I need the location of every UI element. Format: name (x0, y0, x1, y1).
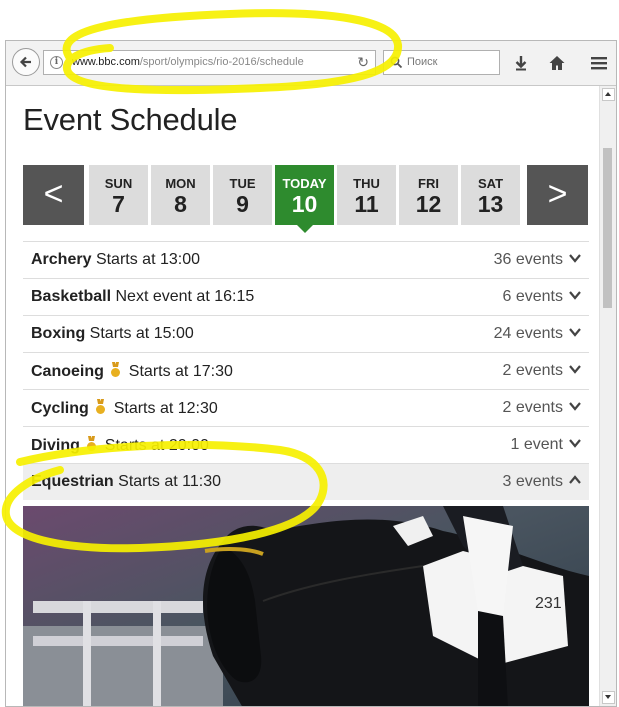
day-number: 13 (477, 191, 504, 217)
vertical-scrollbar[interactable] (599, 86, 616, 706)
svg-text:231: 231 (535, 595, 562, 612)
day-number: 11 (354, 191, 379, 217)
event-row-basketball[interactable]: Basketball Next event at 16:15 6 events (23, 279, 589, 316)
previous-day-button[interactable]: < (23, 165, 84, 225)
chevron-down-icon[interactable] (569, 288, 581, 302)
event-row-equestrian[interactable]: Equestrian Starts at 11:30 3 events (23, 464, 589, 500)
event-time: Starts at 13:00 (95, 251, 200, 268)
dressage-horse-image: 231 (23, 506, 589, 706)
search-icon (390, 56, 403, 69)
day-number: 10 (291, 191, 318, 217)
event-time: Starts at 17:30 (128, 363, 233, 380)
day-name: MON (165, 176, 196, 191)
next-day-button[interactable]: > (527, 165, 588, 225)
event-time: Starts at 20:00 (104, 437, 209, 454)
day-number: 8 (174, 191, 187, 217)
url-bar[interactable]: i www.bbc.com/sport/olympics/rio-2016/sc… (43, 50, 376, 75)
day-selector: < SUN 7 MON 8 TUE 9 TODAY 10 THU 11 FRI … (23, 165, 589, 233)
scroll-up-button[interactable] (602, 88, 615, 101)
event-time: Starts at 15:00 (89, 325, 194, 342)
medal-icon (87, 436, 97, 451)
event-count: 36 events (493, 251, 563, 268)
info-icon[interactable]: i (50, 56, 63, 69)
day-name: TUE (229, 176, 256, 191)
medal-icon (96, 399, 106, 414)
day-tue[interactable]: TUE 9 (213, 165, 272, 225)
back-button[interactable] (12, 48, 40, 76)
event-row-boxing[interactable]: Boxing Starts at 15:00 24 events (23, 316, 589, 353)
sport-name: Archery (31, 251, 92, 268)
event-count: 6 events (502, 288, 563, 305)
day-mon[interactable]: MON 8 (151, 165, 210, 225)
search-bar[interactable]: Поиск (383, 50, 500, 75)
event-row-canoeing[interactable]: Canoeing Starts at 17:30 2 events (23, 353, 589, 390)
sport-name: Cycling (31, 400, 89, 417)
day-name: TODAY (282, 176, 327, 191)
home-icon[interactable] (547, 53, 567, 73)
equestrian-photo: 231 (23, 506, 589, 706)
event-row-cycling[interactable]: Cycling Starts at 12:30 2 events (23, 390, 589, 427)
scroll-down-button[interactable] (602, 691, 615, 704)
sport-name: Equestrian (31, 473, 114, 490)
url-host: www.bbc.com (72, 56, 140, 68)
page-title: Event Schedule (23, 102, 238, 137)
day-number: 9 (236, 191, 249, 217)
day-name: SUN (104, 176, 133, 191)
url-path: /sport/olympics/rio-2016/schedule (139, 56, 304, 68)
event-time: Starts at 12:30 (113, 400, 218, 417)
event-count: 2 events (502, 399, 563, 416)
chevron-down-icon[interactable] (569, 399, 581, 413)
day-today[interactable]: TODAY 10 (275, 165, 334, 233)
sport-name: Canoeing (31, 363, 104, 380)
day-fri[interactable]: FRI 12 (399, 165, 458, 225)
browser-toolbar: i www.bbc.com/sport/olympics/rio-2016/sc… (6, 41, 616, 86)
day-thu[interactable]: THU 11 (337, 165, 396, 225)
search-placeholder: Поиск (407, 56, 438, 68)
menu-icon[interactable] (589, 53, 609, 73)
scrollbar-thumb[interactable] (603, 148, 612, 308)
back-arrow-icon (19, 56, 31, 68)
day-sun[interactable]: SUN 7 (89, 165, 148, 225)
sport-name: Basketball (31, 288, 112, 305)
sport-name: Boxing (31, 325, 86, 342)
event-count: 3 events (502, 473, 563, 490)
event-time: Starts at 11:30 (118, 473, 222, 490)
event-list: Archery Starts at 13:00 36 events Basket… (23, 241, 589, 500)
day-number: 7 (112, 191, 125, 217)
chevron-down-icon[interactable] (569, 251, 581, 265)
chevron-down-icon[interactable] (569, 362, 581, 376)
download-icon[interactable] (511, 53, 531, 73)
event-time: Next event at 16:15 (115, 288, 255, 305)
chevron-down-icon[interactable] (569, 325, 581, 339)
sport-name: Diving (31, 437, 80, 454)
day-name: SAT (477, 176, 504, 191)
event-row-diving[interactable]: Diving Starts at 20:00 1 event (23, 427, 589, 464)
event-count: 24 events (493, 325, 563, 342)
chevron-up-icon[interactable] (569, 473, 581, 487)
day-name: THU (353, 176, 380, 191)
url-text: www.bbc.com/sport/olympics/rio-2016/sche… (72, 56, 304, 68)
day-number: 12 (415, 191, 442, 217)
event-count: 1 event (510, 436, 563, 453)
day-sat[interactable]: SAT 13 (461, 165, 520, 225)
browser-window: i www.bbc.com/sport/olympics/rio-2016/sc… (5, 40, 617, 707)
event-count: 2 events (502, 362, 563, 379)
chevron-down-icon[interactable] (569, 436, 581, 450)
day-name: FRI (418, 176, 439, 191)
reload-icon[interactable]: ↻ (357, 54, 369, 71)
medal-icon (111, 362, 121, 377)
event-row-archery[interactable]: Archery Starts at 13:00 36 events (23, 242, 589, 279)
